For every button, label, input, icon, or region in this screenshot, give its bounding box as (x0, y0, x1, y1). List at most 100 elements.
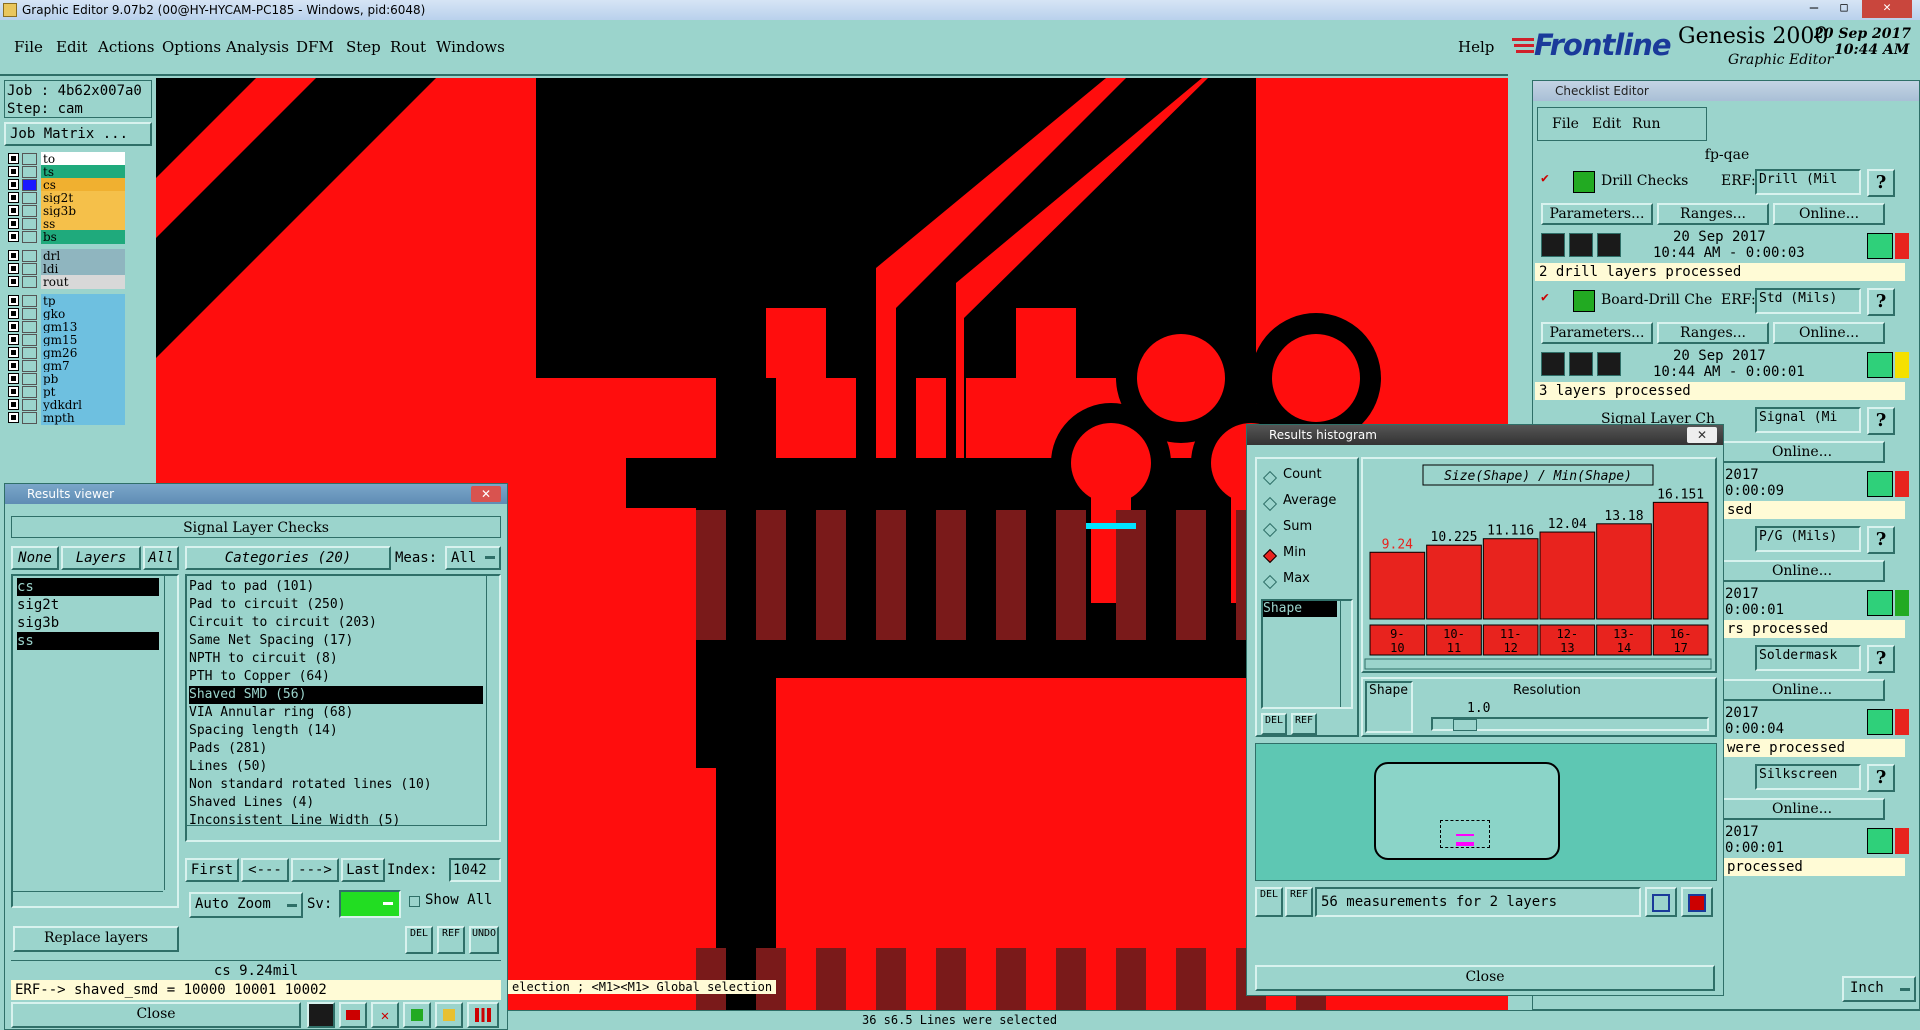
histogram-bar[interactable] (1596, 523, 1652, 620)
layer-color-swatch[interactable] (22, 250, 37, 262)
zoom-icon[interactable] (1867, 471, 1893, 497)
layer-color-swatch[interactable] (22, 153, 37, 165)
layer-checkbox[interactable] (8, 153, 19, 164)
rv-layer-list[interactable]: cs sig2t sig3b ss (11, 574, 179, 908)
category-item[interactable]: Lines (50) (189, 758, 483, 776)
category-item[interactable]: Pads (281) (189, 740, 483, 758)
layer-color-swatch[interactable] (22, 192, 37, 204)
check-erf-field[interactable]: Std (Mils) (1755, 288, 1861, 314)
menu-edit[interactable]: Edit (56, 38, 87, 56)
hist-list-scrollbar[interactable] (1340, 601, 1351, 707)
layer-checkbox[interactable] (8, 412, 19, 423)
run-icon[interactable] (1597, 352, 1621, 376)
menu-file[interactable]: File (14, 38, 43, 56)
categories-list[interactable]: Pad to pad (101) Pad to circuit (250) Circ… (185, 574, 501, 842)
toolbar-icon-5[interactable] (435, 1002, 463, 1028)
layer-color-swatch[interactable] (22, 263, 37, 275)
rv-layer-hscroll[interactable] (13, 891, 163, 906)
layer-color-swatch[interactable] (22, 218, 37, 230)
category-item[interactable]: Same Net Spacing (17) (189, 632, 483, 650)
check-enabled-icon[interactable]: ✔ (1541, 172, 1553, 185)
checklist-menu-run[interactable]: Run (1632, 116, 1661, 132)
rv-layer-item[interactable]: cs (17, 578, 159, 596)
run-icon[interactable] (1569, 352, 1593, 376)
hist-chart-icon-2[interactable] (1681, 887, 1713, 917)
run-icon[interactable] (1569, 233, 1593, 257)
rv-close-button[interactable]: Close (11, 1002, 301, 1028)
check-erf-field[interactable]: P/G (Mils) (1755, 526, 1861, 552)
category-item[interactable]: Non standard rotated lines (10) (189, 776, 483, 794)
toolbar-icon-3[interactable]: ✕ (371, 1002, 399, 1028)
layer-color-swatch[interactable] (22, 308, 37, 320)
layer-checkbox[interactable] (8, 373, 19, 384)
hist-chart-icon-1[interactable] (1645, 887, 1677, 917)
rv-layer-scrollbar[interactable] (164, 576, 177, 890)
rv-layer-item[interactable]: sig2t (17, 596, 159, 614)
parameters-button[interactable]: Parameters... (1541, 203, 1653, 225)
replace-layers-button[interactable]: Replace layers (13, 926, 179, 952)
layer-color-swatch[interactable] (22, 360, 37, 372)
check-erf-field[interactable]: Soldermask (1755, 645, 1861, 671)
menu-dfm[interactable]: DFM (296, 38, 334, 56)
check-name[interactable]: Board-Drill Che (1601, 292, 1712, 308)
online-button[interactable]: Online... (1719, 798, 1885, 820)
index-field[interactable]: 1042 (449, 858, 501, 882)
units-select[interactable]: Inch (1842, 976, 1916, 1002)
sum-radio[interactable] (1262, 522, 1278, 538)
hist-list[interactable]: Shape (1261, 599, 1353, 709)
menu-rout[interactable]: Rout (390, 38, 426, 56)
layer-color-swatch[interactable] (22, 373, 37, 385)
ranges-button[interactable]: Ranges... (1657, 322, 1769, 344)
zoom-select[interactable]: Auto Zoom (189, 892, 303, 918)
check-help-button[interactable]: ? (1867, 526, 1895, 554)
checklist-menu-file[interactable]: File (1552, 116, 1579, 132)
rv-layer-item[interactable]: sig3b (17, 614, 159, 632)
run-icon[interactable] (1541, 352, 1565, 376)
job-matrix-button[interactable]: Job Matrix ... (4, 122, 152, 146)
zoom-icon[interactable] (1867, 590, 1893, 616)
layer-checkbox[interactable] (8, 276, 19, 287)
layer-checkbox[interactable] (8, 250, 19, 261)
hist-del-button-2[interactable]: DEL (1255, 887, 1283, 917)
parameters-button[interactable]: Parameters... (1541, 322, 1653, 344)
count-radio[interactable] (1262, 470, 1278, 486)
ref-button[interactable]: REF (437, 926, 465, 954)
ranges-button[interactable]: Ranges... (1657, 203, 1769, 225)
layer-checkbox[interactable] (8, 347, 19, 358)
layer-color-swatch[interactable] (22, 386, 37, 398)
layer-color-swatch[interactable] (22, 412, 37, 424)
layer-color-swatch[interactable] (22, 347, 37, 359)
layer-color-swatch[interactable] (22, 179, 37, 191)
toolbar-icon-2[interactable] (339, 1002, 367, 1028)
category-item[interactable]: Pad to circuit (250) (189, 596, 483, 614)
layers-button[interactable]: Layers (61, 546, 141, 570)
layer-checkbox[interactable] (8, 205, 19, 216)
checklist-menu-edit[interactable]: Edit (1592, 116, 1621, 132)
menu-options[interactable]: Options (162, 38, 221, 56)
next-button[interactable]: ---> (291, 858, 339, 882)
check-erf-field[interactable]: Drill (Mil (1755, 169, 1861, 195)
layer-checkbox[interactable] (8, 263, 19, 274)
zoom-icon[interactable] (1867, 233, 1893, 259)
none-button[interactable]: None (11, 546, 59, 570)
layer-color-swatch[interactable] (22, 205, 37, 217)
layer-color-swatch[interactable] (22, 295, 37, 307)
layer-checkbox[interactable] (8, 334, 19, 345)
layer-checkbox[interactable] (8, 295, 19, 306)
close-window-button[interactable]: ✕ (1862, 0, 1912, 18)
check-action-icon[interactable] (1573, 290, 1595, 312)
online-button[interactable]: Online... (1719, 560, 1885, 582)
check-action-icon[interactable] (1573, 171, 1595, 193)
minimize-button[interactable]: – (1800, 0, 1828, 18)
check-help-button[interactable]: ? (1867, 169, 1895, 197)
category-item[interactable]: NPTH to circuit (8) (189, 650, 483, 668)
category-item[interactable]: Pad to pad (101) (189, 578, 483, 596)
layer-checkbox[interactable] (8, 360, 19, 371)
chart-hscroll[interactable] (1364, 658, 1712, 670)
category-item[interactable]: VIA Annular ring (68) (189, 704, 483, 722)
online-button[interactable]: Online... (1773, 203, 1885, 225)
layer-checkbox[interactable] (8, 166, 19, 177)
check-help-button[interactable]: ? (1867, 645, 1895, 673)
category-item[interactable]: Shaved SMD (56) (189, 686, 483, 704)
layer-checkbox[interactable] (8, 386, 19, 397)
